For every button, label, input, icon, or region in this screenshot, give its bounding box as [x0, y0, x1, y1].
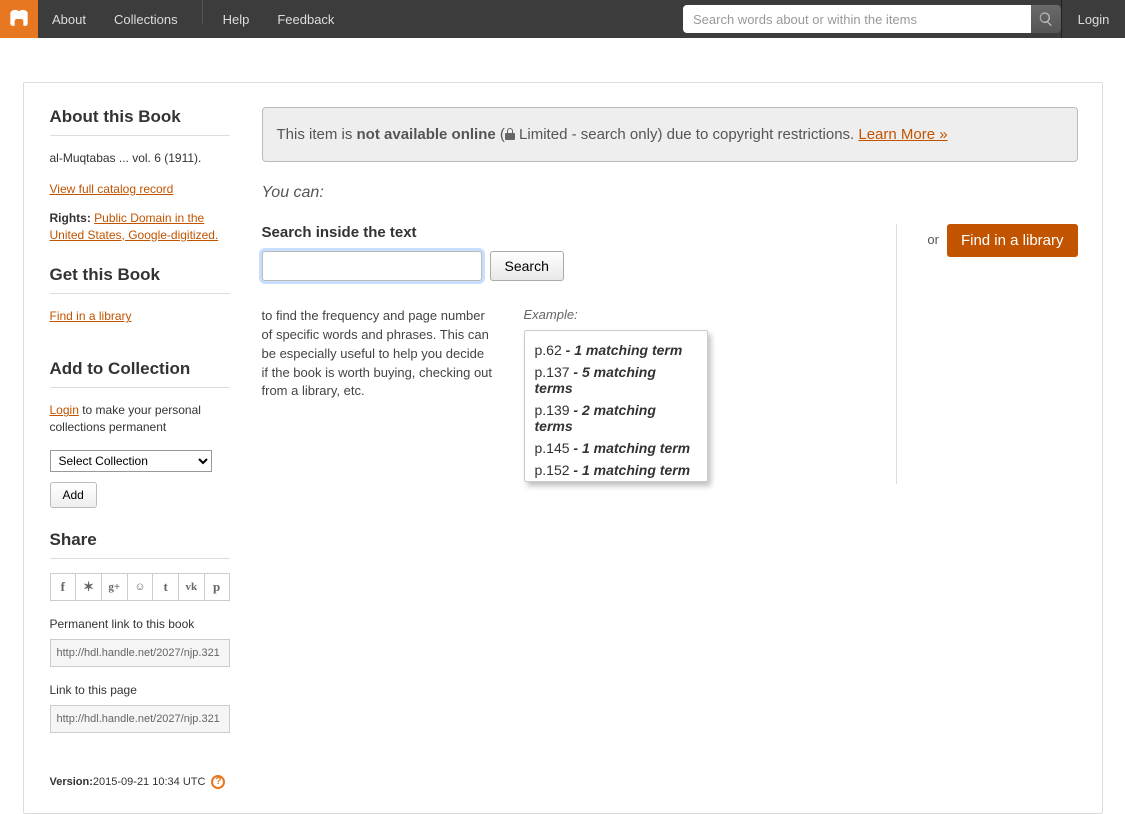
rights-label: Rights:	[50, 211, 91, 225]
example-terms: - 1 matching term	[562, 342, 683, 358]
pinterest-icon[interactable]: p	[204, 573, 230, 601]
version-row: Version: 2015-09-21 10:34 UTC ?	[50, 775, 230, 789]
login-link[interactable]: Login	[1061, 0, 1125, 38]
rights-row: Rights: Public Domain in the United Stat…	[50, 210, 230, 244]
tumblr-icon[interactable]: t	[152, 573, 178, 601]
pagelink-label: Link to this page	[50, 683, 230, 697]
or-label: or	[927, 224, 939, 247]
login-prompt: Login to make your personal collections …	[50, 402, 230, 436]
example-row: p.154 - 1 matching term	[535, 481, 697, 482]
primary-nav: About Collections Help Feedback	[38, 0, 348, 38]
alert-lim: Limited - search only) due to copyright …	[515, 126, 858, 143]
main-content: This item is not available online ( Limi…	[242, 107, 1078, 789]
share-heading: Share	[50, 530, 230, 559]
example-label: Example:	[524, 307, 708, 322]
nav-collections[interactable]: Collections	[100, 0, 192, 38]
nav-help[interactable]: Help	[209, 0, 264, 38]
twitter-icon[interactable]: ✶	[75, 573, 101, 601]
learn-more-link[interactable]: Learn More »	[858, 126, 947, 143]
example-row: p.62 - 1 matching term	[535, 339, 697, 361]
example-page: p.152	[535, 462, 570, 478]
alert-mid: (	[496, 126, 505, 143]
topbar: About Collections Help Feedback Login	[0, 0, 1125, 38]
example-row: p.145 - 1 matching term	[535, 437, 697, 459]
search-inside-heading: Search inside the text	[262, 224, 897, 241]
you-can-label: You can:	[262, 184, 1078, 202]
example-row: p.139 - 2 matching terms	[535, 399, 697, 437]
example-page: p.137	[535, 364, 570, 380]
alert-pre: This item is	[277, 126, 357, 143]
example-page: p.139	[535, 402, 570, 418]
find-library-button[interactable]: Find in a library	[947, 224, 1078, 257]
nav-about[interactable]: About	[38, 0, 100, 38]
about-book-heading: About this Book	[50, 107, 230, 136]
page-container: About this Book al-Muqtabas ... vol. 6 (…	[23, 82, 1103, 814]
search-description: to find the frequency and page number of…	[262, 307, 494, 482]
example-terms: - 1 matching term	[570, 462, 691, 478]
lock-icon	[505, 128, 515, 140]
search-inside-row: Search	[262, 251, 897, 281]
collection-select[interactable]: Select Collection	[50, 450, 212, 472]
availability-alert: This item is not available online ( Limi…	[262, 107, 1078, 162]
sidebar: About this Book al-Muqtabas ... vol. 6 (…	[32, 107, 242, 789]
search-inside-input[interactable]	[262, 251, 482, 281]
example-results-box: p.62 - 1 matching term p.137 - 5 matchin…	[524, 330, 708, 482]
permalink-label: Permanent link to this book	[50, 617, 230, 631]
add-button[interactable]: Add	[50, 482, 97, 508]
example-row: p.137 - 5 matching terms	[535, 361, 697, 399]
top-search-wrap	[683, 5, 1061, 33]
elephant-icon	[6, 6, 32, 32]
nav-feedback[interactable]: Feedback	[263, 0, 348, 38]
pagelink-input[interactable]	[50, 705, 230, 733]
site-logo[interactable]	[0, 0, 38, 38]
permalink-input[interactable]	[50, 639, 230, 667]
share-icons: f ✶ g+ ☺ t vk p	[50, 573, 230, 601]
example-column: Example: p.62 - 1 matching term p.137 - …	[524, 307, 708, 482]
view-catalog-link[interactable]: View full catalog record	[50, 182, 174, 196]
login-sidebar-link[interactable]: Login	[50, 403, 79, 417]
reddit-icon[interactable]: ☺	[127, 573, 153, 601]
find-library-column: or Find in a library	[896, 224, 1077, 484]
find-library-sidebar-link[interactable]: Find in a library	[50, 309, 132, 323]
help-icon[interactable]: ?	[211, 775, 225, 789]
example-terms: - 1 matching term	[570, 440, 691, 456]
example-row: p.152 - 1 matching term	[535, 459, 697, 481]
search-inside-button[interactable]: Search	[490, 251, 564, 281]
nav-divider	[202, 0, 203, 24]
google-plus-icon[interactable]: g+	[101, 573, 127, 601]
add-collection-heading: Add to Collection	[50, 359, 230, 388]
book-title: al-Muqtabas ... vol. 6 (1911).	[50, 150, 230, 167]
global-search-button[interactable]	[1031, 5, 1061, 33]
vk-icon[interactable]: vk	[178, 573, 204, 601]
search-icon	[1038, 11, 1054, 27]
desc-example-row: to find the frequency and page number of…	[262, 307, 897, 482]
example-page: p.62	[535, 342, 562, 358]
global-search-input[interactable]	[683, 5, 1031, 33]
facebook-icon[interactable]: f	[50, 573, 76, 601]
example-page: p.145	[535, 440, 570, 456]
get-book-heading: Get this Book	[50, 265, 230, 294]
alert-bold: not available online	[357, 126, 496, 143]
